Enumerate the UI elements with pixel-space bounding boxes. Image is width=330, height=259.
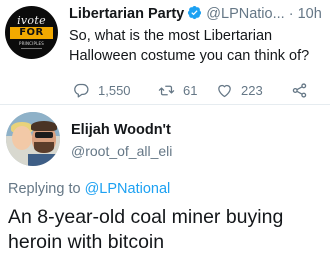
- tweet-header: Libertarian Party @LPNatio... · 10h: [69, 5, 322, 23]
- elijah-avatar[interactable]: [6, 112, 60, 166]
- avatar-sunglasses: [35, 132, 53, 138]
- like-count: 223: [241, 82, 263, 98]
- replying-to-mention[interactable]: @LPNational: [85, 181, 171, 197]
- reply-tweet-text: An 8-year-old coal miner buying heroin w…: [8, 206, 284, 253]
- replying-to-line: Replying to @LPNational: [8, 181, 170, 197]
- avatar-ivote-text: ivote: [17, 14, 46, 27]
- replying-prefix: Replying to: [8, 181, 81, 197]
- like-button[interactable]: 223: [216, 81, 263, 99]
- author-name[interactable]: Libertarian Party: [69, 6, 184, 22]
- verified-badge-icon: [188, 5, 202, 20]
- reply-icon: [74, 83, 89, 98]
- heart-icon: [218, 84, 231, 97]
- reply-author-name[interactable]: Elijah Woodn't: [71, 122, 171, 138]
- reply-author-handle[interactable]: @root_of_all_eli: [71, 143, 172, 159]
- avatar-principles-text: PRINCIPLES: [18, 41, 45, 46]
- tweet-time[interactable]: 10h: [298, 6, 322, 22]
- retweet-count: 61: [183, 82, 198, 98]
- libertarian-party-avatar[interactable]: ivote FOR PRINCIPLES: [5, 6, 58, 59]
- reply-button[interactable]: 1,550: [73, 81, 131, 99]
- author-handle[interactable]: @LPNatio...: [206, 6, 284, 22]
- tweet-divider: [0, 104, 330, 105]
- original-tweet: ivote FOR PRINCIPLES Libertarian Party @…: [0, 0, 330, 104]
- avatar-man-hair: [31, 121, 57, 131]
- reply-count: 1,550: [98, 82, 131, 98]
- avatar-shirt: [28, 154, 60, 166]
- tweet-actions: 1,550 61 223: [69, 81, 319, 99]
- avatar-underline: [21, 48, 42, 49]
- separator-dot: ·: [288, 6, 294, 22]
- avatar-for-text: FOR: [10, 27, 53, 39]
- share-button[interactable]: [291, 81, 316, 99]
- retweet-icon: [158, 85, 175, 95]
- share-icon: [292, 82, 307, 98]
- retweet-button[interactable]: 61: [158, 81, 197, 99]
- avatar-beard: [34, 142, 54, 153]
- avatar-child-face: [12, 126, 32, 150]
- tweet-text: So, what is the most Libertarian Hallowe…: [69, 28, 310, 64]
